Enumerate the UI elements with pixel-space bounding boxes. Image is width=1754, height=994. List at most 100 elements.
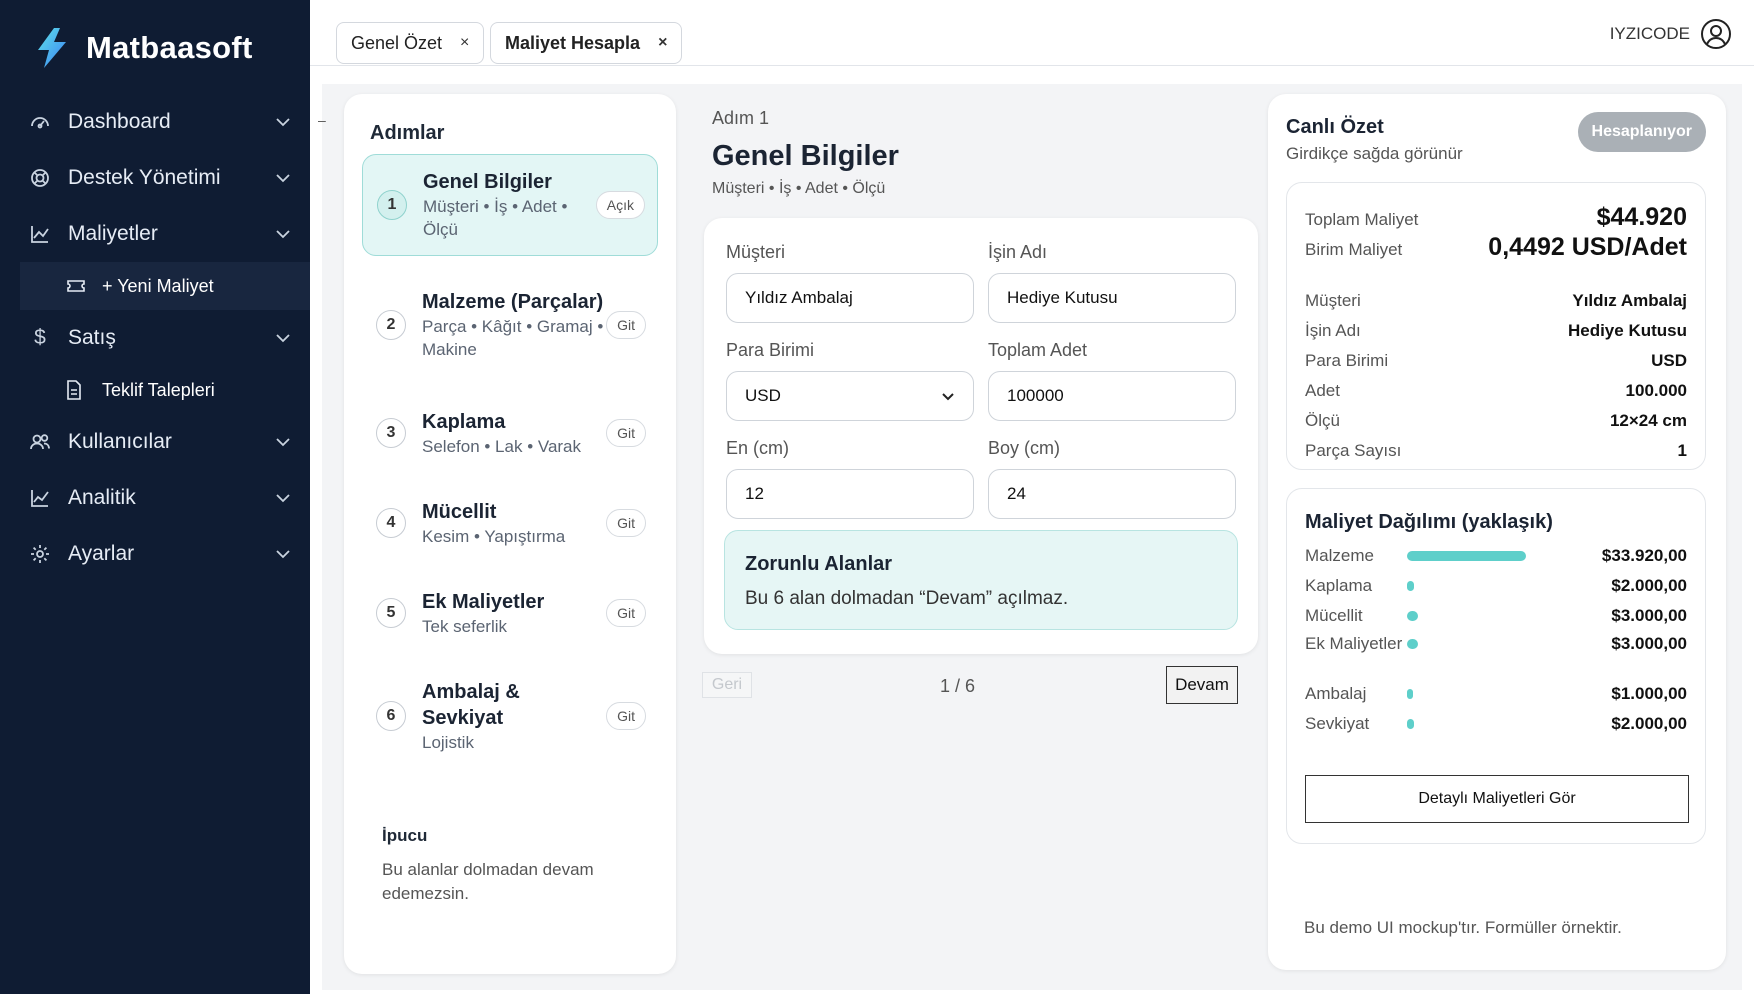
step-item-1[interactable]: 1 Genel Bilgiler Müşteri • İş • Adet • Ö… — [362, 154, 658, 256]
step-item-5[interactable]: 5 Ek Maliyetler Tek seferlik Git — [362, 574, 658, 652]
breakdown-bar-fill — [1407, 611, 1418, 621]
sidebar-item-costs[interactable]: Maliyetler — [20, 206, 310, 262]
sidebar-item-quote-requests[interactable]: Teklif Talepleri — [20, 366, 310, 414]
back-button[interactable]: Geri — [702, 672, 752, 698]
step-number: 3 — [376, 418, 406, 448]
currency-value: USD — [745, 386, 781, 405]
gear-icon — [28, 542, 52, 566]
required-title: Zorunlu Alanlar — [745, 553, 893, 575]
sidebar-item-settings[interactable]: Ayarlar — [20, 526, 310, 582]
breakdown-value: $2.000,00 — [1611, 714, 1687, 733]
sidebar: Matbaasoft Dashboard Destek Yönetimi Mal… — [0, 0, 310, 994]
breakdown-key: Mücellit — [1305, 606, 1363, 625]
breakdown-key: Ambalaj — [1305, 684, 1367, 703]
breakdown-bar — [1407, 719, 1547, 729]
step-open-button[interactable]: Açık — [595, 191, 645, 219]
step-desc: Parça • Kâğıt • Gramaj • Makine — [422, 317, 604, 359]
step-item-4[interactable]: 4 Mücellit Kesim • Yapıştırma Git — [362, 484, 658, 562]
width-field: En (cm) 12 — [726, 438, 974, 519]
currency-label: Para Birimi — [726, 340, 815, 360]
detail-key: İşin Adı — [1305, 321, 1361, 340]
sidebar-item-support[interactable]: Destek Yönetimi — [20, 150, 310, 206]
divider-mark: – — [318, 112, 326, 128]
sidebar-item-new-cost[interactable]: + Yeni Maliyet — [20, 262, 310, 310]
required-fields-notice: Zorunlu Alanlar Bu 6 alan dolmadan “Deva… — [724, 530, 1238, 630]
breakdown-key: Sevkiyat — [1305, 714, 1370, 733]
step-go-button[interactable]: Git — [606, 311, 646, 339]
quantity-input[interactable]: 100000 — [988, 371, 1236, 421]
quantity-field: Toplam Adet 100000 — [988, 340, 1236, 421]
close-icon[interactable]: × — [460, 34, 469, 52]
breakdown-key: Kaplama — [1305, 576, 1373, 595]
breakdown-row: Ambalaj $1.000,00 — [1305, 683, 1687, 705]
page-title: Genel Bilgiler — [712, 140, 899, 172]
chevron-down-icon — [276, 438, 290, 447]
breakdown-bar-fill — [1407, 581, 1414, 591]
detail-row: Müşteri Yıldız Ambalaj — [1305, 291, 1687, 311]
step-text: Ek Maliyetler Tek seferlik — [422, 589, 606, 638]
customer-field: Müşteri Yıldız Ambalaj — [726, 242, 974, 323]
step-item-2[interactable]: 2 Malzeme (Parçalar) Parça • Kâğıt • Gra… — [362, 266, 658, 384]
tab-maliyet-hesapla[interactable]: Maliyet Hesapla × — [490, 22, 683, 64]
step-number: 5 — [376, 598, 406, 628]
sidebar-item-analytics[interactable]: Analitik — [20, 470, 310, 526]
summary-details-card: Toplam Maliyet $44.920 Birim Maliyet 0,4… — [1286, 182, 1706, 470]
currency-select[interactable]: USD — [726, 371, 974, 421]
breakdown-row: Kaplama $2.000,00 — [1305, 575, 1687, 597]
steps-title: Adımlar — [370, 122, 445, 144]
customer-input[interactable]: Yıldız Ambalaj — [726, 273, 974, 323]
total-cost-row: Toplam Maliyet $44.920 — [1305, 203, 1687, 232]
sidebar-item-users[interactable]: Kullanıcılar — [20, 414, 310, 470]
step-go-button[interactable]: Git — [606, 599, 646, 627]
step-title: Ek Maliyetler — [422, 590, 545, 613]
step-desc: Tek seferlik — [422, 616, 508, 636]
job-name-input[interactable]: Hediye Kutusu — [988, 273, 1236, 323]
width-input[interactable]: 12 — [726, 469, 974, 519]
detail-value: Yıldız Ambalaj — [1572, 291, 1687, 310]
brand[interactable]: Matbaasoft — [32, 26, 253, 70]
user-avatar-icon — [1701, 19, 1731, 49]
step-item-3[interactable]: 3 Kaplama Selefon • Lak • Varak Git — [362, 394, 658, 472]
breakdown-row: Ek Maliyetler $3.000,00 — [1305, 633, 1687, 655]
tip-title: İpucu — [382, 826, 428, 845]
detail-row: Para Birimi USD — [1305, 351, 1687, 371]
user-menu[interactable]: IYZICODE — [1610, 18, 1732, 50]
close-icon[interactable]: × — [658, 34, 667, 52]
users-icon — [28, 430, 52, 454]
continue-button[interactable]: Devam — [1166, 666, 1238, 704]
page-subtitle: Müşteri • İş • Adet • Ölçü — [712, 180, 886, 197]
breakdown-bar — [1407, 551, 1547, 561]
tab-genel-ozet[interactable]: Genel Özet × — [336, 22, 485, 64]
sidebar-item-label: Analitik — [68, 486, 136, 509]
step-go-button[interactable]: Git — [606, 702, 646, 730]
detail-row: Adet 100.000 — [1305, 381, 1687, 401]
chevron-down-icon — [276, 230, 290, 239]
chevron-down-icon — [276, 550, 290, 559]
brand-name: Matbaasoft — [86, 30, 253, 65]
step-text: Genel Bilgiler Müşteri • İş • Adet • Ölç… — [423, 169, 596, 241]
breakdown-key: Ek Maliyetler — [1305, 634, 1403, 653]
breakdown-bar — [1407, 639, 1547, 649]
step-go-button[interactable]: Git — [606, 509, 646, 537]
sidebar-item-label: Dashboard — [68, 110, 171, 133]
step-item-6[interactable]: 6 Ambalaj & Sevkiyat Lojistik Git — [362, 664, 658, 768]
breakdown-row: Sevkiyat $2.000,00 — [1305, 713, 1687, 735]
step-go-button[interactable]: Git — [606, 419, 646, 447]
step-number: 2 — [376, 310, 406, 340]
height-input[interactable]: 24 — [988, 469, 1236, 519]
sidebar-item-label: Maliyetler — [68, 222, 158, 245]
sidebar-item-label: Kullanıcılar — [68, 430, 172, 453]
step-text: Ambalaj & Sevkiyat Lojistik — [422, 679, 606, 754]
total-cost-value: $44.920 — [1596, 203, 1687, 231]
breakdown-value: $1.000,00 — [1611, 684, 1687, 703]
sidebar-item-sales[interactable]: $ Satış — [20, 310, 310, 366]
detail-key: Para Birimi — [1305, 351, 1389, 370]
chart-line-icon — [28, 222, 52, 246]
unit-cost-value: 0,4492 USD/Adet — [1488, 233, 1687, 261]
detailed-costs-button[interactable]: Detaylı Maliyetleri Gör — [1305, 775, 1689, 823]
step-number: 1 — [377, 190, 407, 220]
sidebar-item-dashboard[interactable]: Dashboard — [20, 94, 310, 150]
chevron-down-icon — [276, 174, 290, 183]
summary-title: Canlı Özet — [1286, 116, 1384, 138]
status-badge: Hesaplanıyor — [1577, 112, 1706, 152]
